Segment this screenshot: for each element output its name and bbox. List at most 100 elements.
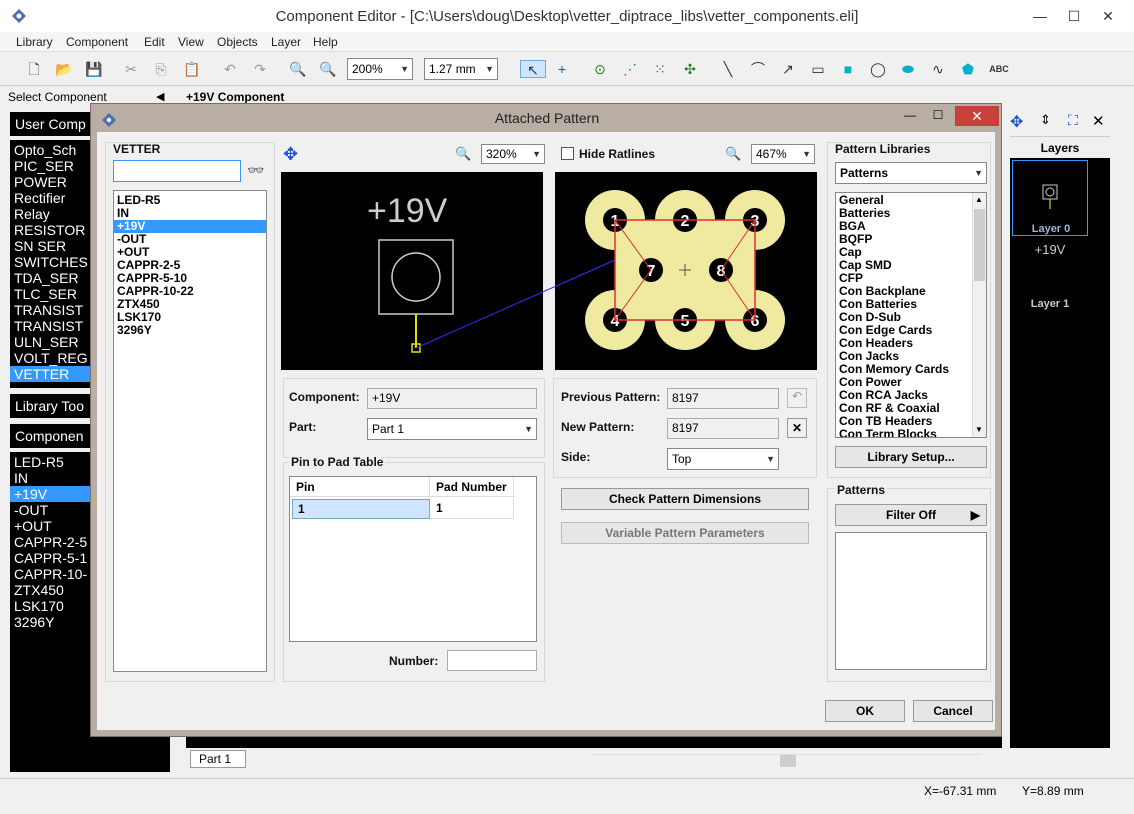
- crosshair-tool-icon[interactable]: +: [552, 60, 572, 78]
- menu-help[interactable]: Help: [313, 35, 338, 49]
- pattern-library-item[interactable]: Con Term Blocks: [836, 428, 986, 438]
- binoculars-search-icon[interactable]: 👓: [247, 162, 264, 179]
- copy-icon[interactable]: ⎘: [151, 60, 171, 78]
- menu-bar: Library Component Edit View Objects Laye…: [0, 32, 1134, 52]
- previous-pattern-field: 8197: [667, 388, 779, 409]
- dialog-component-item[interactable]: LED-R5: [114, 194, 266, 207]
- pattern-library-list: ▲ ▼ General Batteries BGA BQFP Cap Cap SMD CFP…: [835, 192, 987, 438]
- right-margin: [1110, 108, 1134, 778]
- redo-icon[interactable]: ↷: [250, 60, 270, 78]
- scrollbar-thumb[interactable]: [780, 755, 796, 767]
- pattern-libraries-combo[interactable]: Patterns ▼: [835, 162, 987, 184]
- new-file-icon[interactable]: 🗋: [24, 60, 44, 78]
- place-pin-icon[interactable]: ⊙: [590, 60, 610, 78]
- close-button[interactable]: ✕: [1094, 6, 1122, 26]
- menu-layer[interactable]: Layer: [271, 35, 301, 49]
- minimize-button[interactable]: —: [1026, 6, 1054, 26]
- rectangle-tool-icon[interactable]: ▭: [808, 60, 828, 78]
- menu-library[interactable]: Library: [16, 35, 53, 49]
- component-search-input[interactable]: [113, 160, 241, 182]
- polyline-tool-icon[interactable]: ∿: [928, 60, 948, 78]
- dialog-close-button[interactable]: ✕: [955, 106, 999, 126]
- number-label: Number:: [389, 654, 439, 668]
- patterns-list: [835, 532, 987, 670]
- move-layer-icon[interactable]: ✥: [1010, 112, 1023, 132]
- scroll-down-icon[interactable]: ⌄: [992, 737, 1000, 748]
- side-label: Side:: [561, 450, 591, 464]
- maximize-button[interactable]: ☐: [1060, 6, 1088, 26]
- zoom-out-icon[interactable]: 🔍: [318, 60, 338, 78]
- clear-pattern-icon[interactable]: ✕: [787, 418, 807, 438]
- arc-tool-icon[interactable]: ⌒: [748, 60, 768, 78]
- layer-0-item[interactable]: Layer 0: [1012, 160, 1088, 236]
- restore-pattern-icon[interactable]: ↶: [787, 388, 807, 408]
- number-input[interactable]: [447, 650, 537, 671]
- part-value: Part 1: [372, 422, 405, 436]
- pattern-zoom-combo[interactable]: 467% ▼: [751, 144, 815, 164]
- dialog-maximize-button[interactable]: ☐: [927, 108, 949, 126]
- dialog-title: Attached Pattern: [494, 110, 600, 126]
- pattern-libraries-value: Patterns: [840, 166, 889, 180]
- up-down-icon[interactable]: ⇕: [1040, 112, 1051, 128]
- layer-1-label[interactable]: Layer 1: [1012, 298, 1088, 310]
- list-scrollbar[interactable]: ▲ ▼: [972, 193, 986, 437]
- component-field: +19V: [367, 388, 537, 409]
- collapse-panel-icon[interactable]: ◀: [156, 90, 164, 103]
- pin-cell[interactable]: 1: [292, 499, 430, 519]
- select-tool-icon[interactable]: ↖: [520, 60, 546, 78]
- line-tool-icon[interactable]: ╲: [718, 60, 738, 78]
- filled-ellipse-tool-icon[interactable]: ⬬: [898, 60, 918, 78]
- hide-ratlines-checkbox[interactable]: [561, 147, 574, 160]
- ok-button[interactable]: OK: [825, 700, 905, 722]
- check-pattern-dimensions-button[interactable]: Check Pattern Dimensions: [561, 488, 809, 510]
- paste-icon[interactable]: 📋: [182, 60, 202, 78]
- library-setup-button[interactable]: Library Setup...: [835, 446, 987, 468]
- chevron-down-icon: ▼: [802, 149, 811, 159]
- menu-objects[interactable]: Objects: [217, 35, 258, 49]
- horizontal-scrollbar[interactable]: [592, 754, 982, 767]
- arrow-tool-icon[interactable]: ↗: [778, 60, 798, 78]
- move-view-icon[interactable]: ✥: [283, 144, 298, 165]
- save-icon[interactable]: 💾: [84, 60, 104, 78]
- symbol-zoom-value: 320%: [486, 147, 517, 161]
- pin-array-icon[interactable]: ⋰: [620, 60, 640, 78]
- status-x: X=-67.31 mm: [924, 784, 997, 798]
- dialog-component-list: LED-R5 IN +19V -OUT +OUT CAPPR-2-5 CAPPR-5-10 C…: [113, 190, 267, 672]
- dialog-component-item[interactable]: 3296Y: [114, 324, 266, 337]
- status-y: Y=8.89 mm: [1022, 784, 1084, 798]
- zoom-combo[interactable]: 200% ▼: [347, 58, 413, 80]
- text-tool-icon[interactable]: ABC: [986, 60, 1012, 78]
- close-layers-icon[interactable]: ✕: [1092, 112, 1105, 130]
- symbol-zoom-icon[interactable]: 🔍: [455, 146, 471, 162]
- dialog-minimize-button[interactable]: —: [899, 108, 921, 126]
- cancel-button[interactable]: Cancel: [913, 700, 993, 722]
- ellipse-tool-icon[interactable]: ◯: [868, 60, 888, 78]
- filter-button[interactable]: Filter Off ▶: [835, 504, 987, 526]
- fit-icon[interactable]: ⛶: [1068, 112, 1078, 129]
- variable-pattern-parameters-button[interactable]: Variable Pattern Parameters: [561, 522, 809, 544]
- menu-component[interactable]: Component: [66, 35, 128, 49]
- side-combo[interactable]: Top ▼: [667, 448, 779, 470]
- pin-cross-icon[interactable]: ✣: [680, 60, 700, 78]
- scroll-up-icon[interactable]: ▲: [975, 195, 983, 204]
- open-folder-icon[interactable]: 📂: [54, 60, 74, 78]
- menu-edit[interactable]: Edit: [144, 35, 165, 49]
- filled-rectangle-tool-icon[interactable]: ■: [838, 60, 858, 78]
- pin-matrix-icon[interactable]: ⁙: [650, 60, 670, 78]
- symbol-zoom-combo[interactable]: 320% ▼: [481, 144, 545, 164]
- attached-pattern-dialog: Attached Pattern — ☐ ✕ VETTER 👓 LED-R5 IN…: [90, 103, 1002, 737]
- pattern-zoom-icon[interactable]: 🔍: [725, 146, 741, 162]
- scrollbar-thumb[interactable]: [974, 209, 985, 281]
- part-combo[interactable]: Part 1 ▼: [367, 418, 537, 440]
- cut-icon[interactable]: ✂: [121, 60, 141, 78]
- zoom-in-icon[interactable]: 🔍: [288, 60, 308, 78]
- menu-view[interactable]: View: [178, 35, 204, 49]
- part-tab[interactable]: Part 1: [190, 750, 246, 768]
- pad-column-header[interactable]: Pad Number: [430, 477, 514, 497]
- undo-icon[interactable]: ↶: [220, 60, 240, 78]
- scroll-down-icon[interactable]: ▼: [975, 425, 983, 434]
- pin-column-header[interactable]: Pin: [290, 477, 430, 497]
- grid-size-combo[interactable]: 1.27 mm ▼: [424, 58, 498, 80]
- pad-cell[interactable]: 1: [430, 499, 514, 519]
- polygon-tool-icon[interactable]: ⬟: [958, 60, 978, 78]
